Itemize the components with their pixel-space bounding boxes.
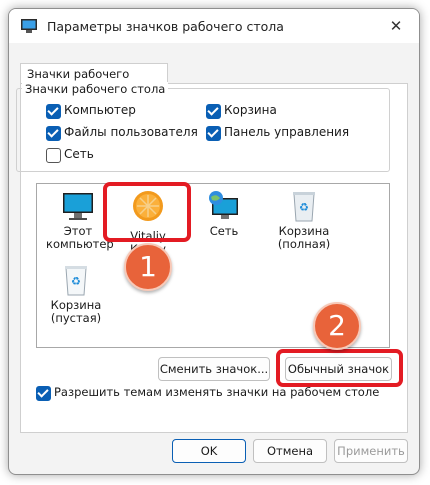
checkbox-user-files-label: Файлы пользователя xyxy=(64,125,198,139)
checkbox-recycle-bin-label: Корзина xyxy=(224,103,277,117)
cancel-button[interactable]: Отмена xyxy=(253,439,327,463)
network-icon xyxy=(209,191,238,219)
checkbox-recycle-bin[interactable] xyxy=(206,104,221,119)
checkbox-control-panel-label: Панель управления xyxy=(224,125,350,139)
recycle-bin-empty-icon: ♻ xyxy=(65,266,87,296)
icon-item-label: Корзина (пустая) xyxy=(50,298,102,325)
icon-item-label: Сеть xyxy=(209,224,239,238)
title-bar[interactable]: Параметры значков рабочего стола ✕ xyxy=(9,9,419,43)
svg-text:♻: ♻ xyxy=(299,201,309,214)
recycle-bin-full-icon: ♻ xyxy=(293,192,315,222)
checkbox-network[interactable] xyxy=(46,148,61,163)
checkbox-control-panel[interactable] xyxy=(206,126,221,141)
tab-desktop-icons[interactable]: Значки рабочего стола xyxy=(20,63,168,101)
ok-button[interactable]: OK xyxy=(172,439,246,463)
window-title: Параметры значков рабочего стола xyxy=(47,19,284,34)
checkbox-computer[interactable] xyxy=(46,104,61,119)
app-icon xyxy=(21,19,37,33)
apply-button[interactable]: Применить xyxy=(334,439,408,463)
groupbox-label: Значки рабочего стола xyxy=(22,82,169,96)
checkbox-allow-themes[interactable] xyxy=(36,386,51,401)
icon-item-label: Этот компьютер xyxy=(46,224,114,251)
icon-item-recycle-bin-full[interactable]: ♻ Корзина (полная) xyxy=(272,190,336,251)
monitor-icon xyxy=(63,193,93,220)
checkbox-network-label: Сеть xyxy=(64,147,94,161)
icon-item-recycle-bin-empty[interactable]: ♻ Корзина (пустая) xyxy=(44,264,108,325)
highlight-user-icon xyxy=(103,182,191,242)
icon-item-this-pc[interactable]: Этот компьютер xyxy=(46,190,114,251)
change-icon-button[interactable]: Сменить значок... xyxy=(158,357,270,381)
highlight-default-icon-button xyxy=(276,349,403,387)
close-icon[interactable]: ✕ xyxy=(387,17,405,35)
step-badge-1: 1 xyxy=(124,243,172,291)
checkbox-user-files[interactable] xyxy=(46,126,61,141)
icon-item-label: Корзина (полная) xyxy=(277,224,331,251)
svg-text:♻: ♻ xyxy=(71,275,81,288)
checkbox-allow-themes-label: Разрешить темам изменять значки на рабоч… xyxy=(54,385,380,399)
step-badge-2: 2 xyxy=(313,302,361,350)
checkbox-computer-label: Компьютер xyxy=(64,103,136,117)
icon-item-network[interactable]: Сеть xyxy=(196,190,252,238)
